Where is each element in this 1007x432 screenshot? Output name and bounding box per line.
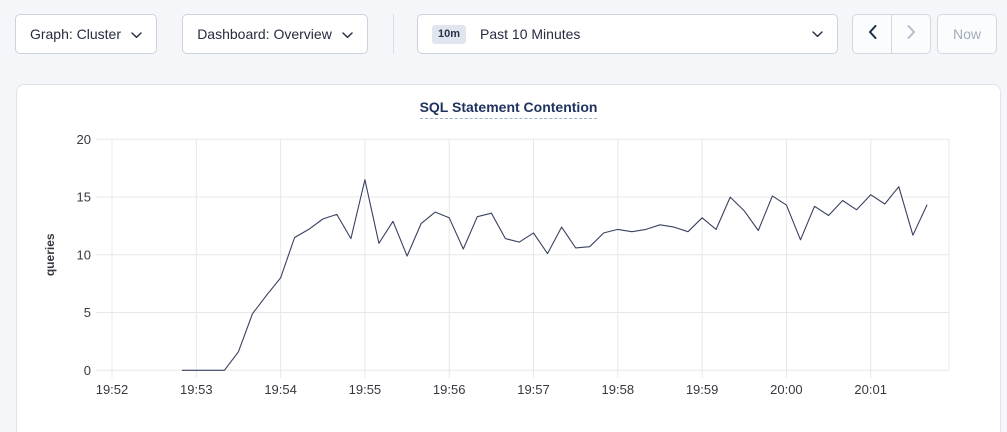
svg-text:19:55: 19:55 xyxy=(349,382,382,397)
graph-dropdown[interactable]: Graph: Cluster xyxy=(15,14,157,54)
svg-text:19:56: 19:56 xyxy=(433,382,466,397)
time-range-selector[interactable]: 10m Past 10 Minutes xyxy=(417,14,838,54)
now-button-label: Now xyxy=(953,26,981,42)
dashboard-dropdown-label: Dashboard: Overview xyxy=(197,26,332,42)
chevron-down-icon xyxy=(342,26,353,42)
svg-text:10: 10 xyxy=(77,247,91,262)
dashboard-dropdown[interactable]: Dashboard: Overview xyxy=(182,14,368,54)
svg-text:20:01: 20:01 xyxy=(854,382,887,397)
svg-text:19:59: 19:59 xyxy=(686,382,719,397)
time-window-nav xyxy=(852,14,931,54)
svg-text:19:53: 19:53 xyxy=(180,382,213,397)
toolbar-divider xyxy=(393,14,394,54)
svg-text:19:52: 19:52 xyxy=(96,382,129,397)
time-range-badge: 10m xyxy=(432,25,466,44)
svg-text:20:00: 20:00 xyxy=(770,382,803,397)
prev-time-window-button[interactable] xyxy=(853,15,891,53)
svg-text:19:57: 19:57 xyxy=(517,382,550,397)
graph-dropdown-label: Graph: Cluster xyxy=(30,26,121,42)
sql-contention-chart[interactable]: 0 5 10 15 20 19:52 19:53 19:54 19:55 19:56 19:57 19… xyxy=(17,85,1002,415)
svg-text:5: 5 xyxy=(84,305,91,320)
svg-text:0: 0 xyxy=(84,363,91,378)
svg-text:19:54: 19:54 xyxy=(264,382,297,397)
time-range-label: Past 10 Minutes xyxy=(480,26,798,42)
chart-card: SQL Statement Contention 0510152019:5219… xyxy=(16,84,1001,432)
chevron-left-icon xyxy=(868,25,877,44)
svg-text:20: 20 xyxy=(77,132,91,147)
svg-text:queries: queries xyxy=(43,233,57,276)
svg-text:15: 15 xyxy=(77,190,91,205)
svg-text:19:58: 19:58 xyxy=(602,382,635,397)
chevron-right-icon xyxy=(907,25,916,44)
next-time-window-button[interactable] xyxy=(891,15,930,53)
chevron-down-icon xyxy=(812,25,823,43)
now-button[interactable]: Now xyxy=(937,14,997,54)
chevron-down-icon xyxy=(131,26,142,42)
